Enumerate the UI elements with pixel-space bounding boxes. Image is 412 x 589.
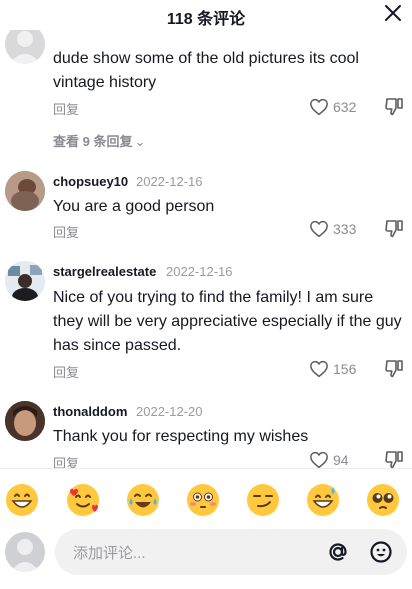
comment-input-box <box>55 529 407 577</box>
comment-date: 2022-12-20 <box>136 404 203 419</box>
comment-text: Thank you for respecting my wishes <box>53 428 309 445</box>
dislike-icon[interactable] <box>384 219 404 239</box>
reply-button[interactable]: 回复 <box>53 99 79 118</box>
comment-date: 2022-12-16 <box>166 264 233 279</box>
close-icon[interactable] <box>382 2 404 24</box>
comments-count-title: 118 条评论 <box>166 11 246 28</box>
tears-of-joy-icon[interactable] <box>126 483 160 517</box>
like-count: 156 <box>333 361 357 377</box>
like-button[interactable]: 94 <box>309 450 369 470</box>
comment-username[interactable]: thonalddom <box>53 404 127 419</box>
comment-text: You are a good person <box>53 198 215 215</box>
avatar[interactable] <box>5 401 45 441</box>
comment-input[interactable] <box>71 529 315 577</box>
like-count: 632 <box>333 99 357 115</box>
dislike-icon[interactable] <box>384 97 404 117</box>
view-replies-label: 查看 9 条回复 <box>53 134 133 149</box>
heart-icon <box>310 98 328 116</box>
grinning-face-icon[interactable] <box>5 483 39 517</box>
like-button[interactable]: 333 <box>309 219 369 239</box>
comment-username[interactable]: stargelrealestate <box>53 264 156 279</box>
chevron-down-icon: ⌄ <box>134 134 146 149</box>
like-count: 333 <box>333 221 357 237</box>
grinning-face-with-sweat-icon[interactable] <box>306 483 340 517</box>
comment-text: dude show some of the old pictures its c… <box>53 50 359 91</box>
comment-username[interactable]: chopsuey10 <box>53 174 128 189</box>
avatar[interactable] <box>5 24 45 64</box>
reply-button[interactable]: 回复 <box>53 362 79 381</box>
flushed-face-icon[interactable] <box>186 483 220 517</box>
reply-button[interactable]: 回复 <box>53 222 79 241</box>
avatar[interactable] <box>5 171 45 211</box>
smirking-face-icon[interactable] <box>246 483 280 517</box>
emoji-picker-icon[interactable] <box>369 540 393 564</box>
heart-icon <box>310 220 328 238</box>
comment-text: Nice of you trying to find the family! I… <box>53 289 402 354</box>
mention-icon[interactable] <box>326 540 350 564</box>
like-count: 94 <box>333 452 349 468</box>
emoji-quick-bar <box>0 468 412 527</box>
view-replies-button[interactable]: 查看 9 条回复 ⌄ <box>53 131 145 150</box>
pleading-face-icon[interactable] <box>366 483 400 517</box>
heart-icon <box>310 451 328 469</box>
like-button[interactable]: 156 <box>309 359 369 379</box>
dislike-icon[interactable] <box>384 450 404 470</box>
dislike-icon[interactable] <box>384 359 404 379</box>
comment-composer <box>0 526 412 589</box>
avatar[interactable] <box>5 532 45 572</box>
smiling-face-with-hearts-icon[interactable] <box>66 483 100 517</box>
comment-date: 2022-12-16 <box>136 174 203 189</box>
like-button[interactable]: 632 <box>309 97 369 117</box>
avatar[interactable] <box>5 261 45 301</box>
comments-header: 118 条评论 <box>0 0 412 30</box>
heart-icon <box>310 360 328 378</box>
